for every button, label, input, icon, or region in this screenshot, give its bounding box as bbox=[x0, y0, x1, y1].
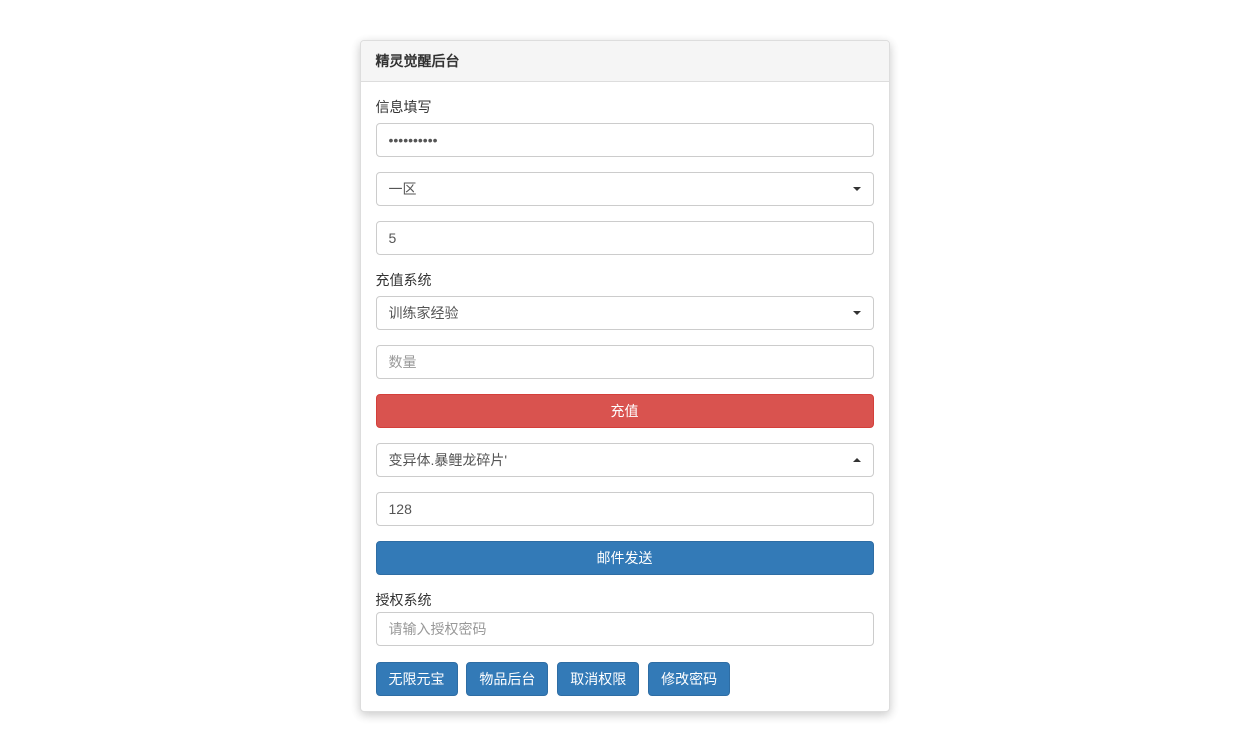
auth-password-group bbox=[376, 612, 874, 646]
zone-selected-label: 一区 bbox=[389, 179, 417, 199]
auth-password-input[interactable] bbox=[376, 612, 874, 646]
recharge-button[interactable]: 充值 bbox=[376, 394, 874, 428]
mail-item-select[interactable]: 变异体.暴鲤龙碎片' bbox=[376, 443, 874, 477]
mail-send-group: 邮件发送 bbox=[376, 541, 874, 575]
mail-item-label: 变异体.暴鲤龙碎片' bbox=[389, 450, 508, 470]
mail-send-button[interactable]: 邮件发送 bbox=[376, 541, 874, 575]
recharge-type-group: 训练家经验 bbox=[376, 296, 874, 330]
panel-title: 精灵觉醒后台 bbox=[361, 41, 889, 82]
recharge-amount-group bbox=[376, 345, 874, 379]
recharge-button-group: 充值 bbox=[376, 394, 874, 428]
recharge-amount-input[interactable] bbox=[376, 345, 874, 379]
recharge-type-select[interactable]: 训练家经验 bbox=[376, 296, 874, 330]
revoke-permission-button[interactable]: 取消权限 bbox=[557, 662, 639, 696]
change-password-button[interactable]: 修改密码 bbox=[648, 662, 730, 696]
mail-item-group: 变异体.暴鲤龙碎片' bbox=[376, 443, 874, 477]
password-input[interactable] bbox=[376, 123, 874, 157]
panel-body: 信息填写 一区 充值系统 训练家经验 bbox=[361, 82, 889, 711]
recharge-type-label: 训练家经验 bbox=[389, 303, 459, 323]
recharge-section-label: 充值系统 bbox=[376, 270, 874, 290]
password-group bbox=[376, 123, 874, 157]
caret-down-icon bbox=[853, 187, 861, 191]
items-backend-button[interactable]: 物品后台 bbox=[466, 662, 548, 696]
caret-down-icon bbox=[853, 311, 861, 315]
action-button-row: 无限元宝 物品后台 取消权限 修改密码 bbox=[376, 662, 874, 696]
mail-count-group bbox=[376, 492, 874, 526]
info-section-label: 信息填写 bbox=[376, 97, 874, 117]
mail-count-input[interactable] bbox=[376, 492, 874, 526]
zone-group: 一区 bbox=[376, 172, 874, 206]
admin-panel: 精灵觉醒后台 信息填写 一区 充值系统 训练家经验 bbox=[360, 40, 890, 712]
caret-up-icon bbox=[853, 458, 861, 462]
number-input[interactable] bbox=[376, 221, 874, 255]
number-group bbox=[376, 221, 874, 255]
zone-select[interactable]: 一区 bbox=[376, 172, 874, 206]
auth-section-label: 授权系统 bbox=[376, 590, 874, 610]
unlimited-gold-button[interactable]: 无限元宝 bbox=[376, 662, 458, 696]
